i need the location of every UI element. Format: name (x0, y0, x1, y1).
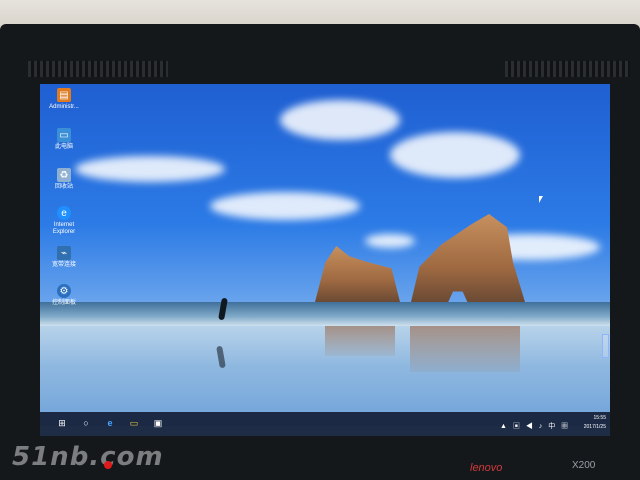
desktop-icon-recycle-bin[interactable]: ♻ 回收站 (44, 168, 84, 191)
control-panel-icon: ⚙ (57, 284, 71, 298)
watermark: 51nb.com (12, 442, 164, 472)
store-icon[interactable]: ▣ (152, 417, 164, 429)
recycle-bin-icon: ♻ (57, 168, 71, 182)
right-vent (505, 61, 630, 77)
sea (40, 302, 610, 326)
clock-time: 15:55 (593, 415, 606, 421)
sea-stack-rock (315, 246, 400, 302)
cloud (390, 132, 520, 178)
taskbar: ⊞ ○ e ▭ ▣ ▲ ▣ ◀ ♪ 中 ▦ 15:55 2017/1/25 (40, 412, 610, 436)
power-led (104, 461, 112, 469)
rock-reflection (410, 326, 520, 372)
model-label: X200 (572, 460, 596, 471)
internet-explorer-icon: e (57, 206, 71, 220)
start-icon[interactable]: ⊞ (56, 417, 68, 429)
desktop-icon-internet-explorer[interactable]: e Internet Explorer (44, 206, 84, 236)
computer-icon: ▭ (57, 128, 71, 142)
system-tray-icons[interactable]: ▲ ▣ ◀ ♪ 中 ▦ (500, 421, 570, 431)
brand-logo: lenovo (470, 462, 503, 474)
cloud (280, 100, 400, 140)
desktop-icon-this-pc[interactable]: ▭ 此电脑 (44, 128, 84, 151)
network-connection-icon: ⌁ (57, 246, 71, 260)
user-folder-icon: ▤ (57, 88, 71, 102)
mouse-cursor (539, 196, 543, 203)
clock-date: 2017/1/25 (583, 424, 606, 430)
desktop-icon-broadband[interactable]: ⌁ 宽带连接 (44, 246, 84, 269)
cloud (210, 192, 360, 220)
laptop-screen: ▤ Administr... ▭ 此电脑 ♻ 回收站 e Internet Ex… (40, 84, 610, 436)
edge-icon[interactable]: e (104, 417, 116, 429)
screen-side-indicator (602, 334, 609, 358)
desktop-icon-control-panel[interactable]: ⚙ 控制面板 (44, 284, 84, 307)
rock-reflection (325, 326, 395, 356)
cloud (365, 234, 415, 248)
left-vent (28, 61, 168, 77)
clock[interactable]: 15:55 2017/1/25 (584, 414, 606, 432)
cloud (75, 156, 225, 182)
search-icon[interactable]: ○ (80, 417, 92, 429)
sea-arch-rock (411, 214, 525, 302)
desktop-icon-administrator[interactable]: ▤ Administr... (44, 88, 84, 111)
file-explorer-icon[interactable]: ▭ (128, 417, 140, 429)
